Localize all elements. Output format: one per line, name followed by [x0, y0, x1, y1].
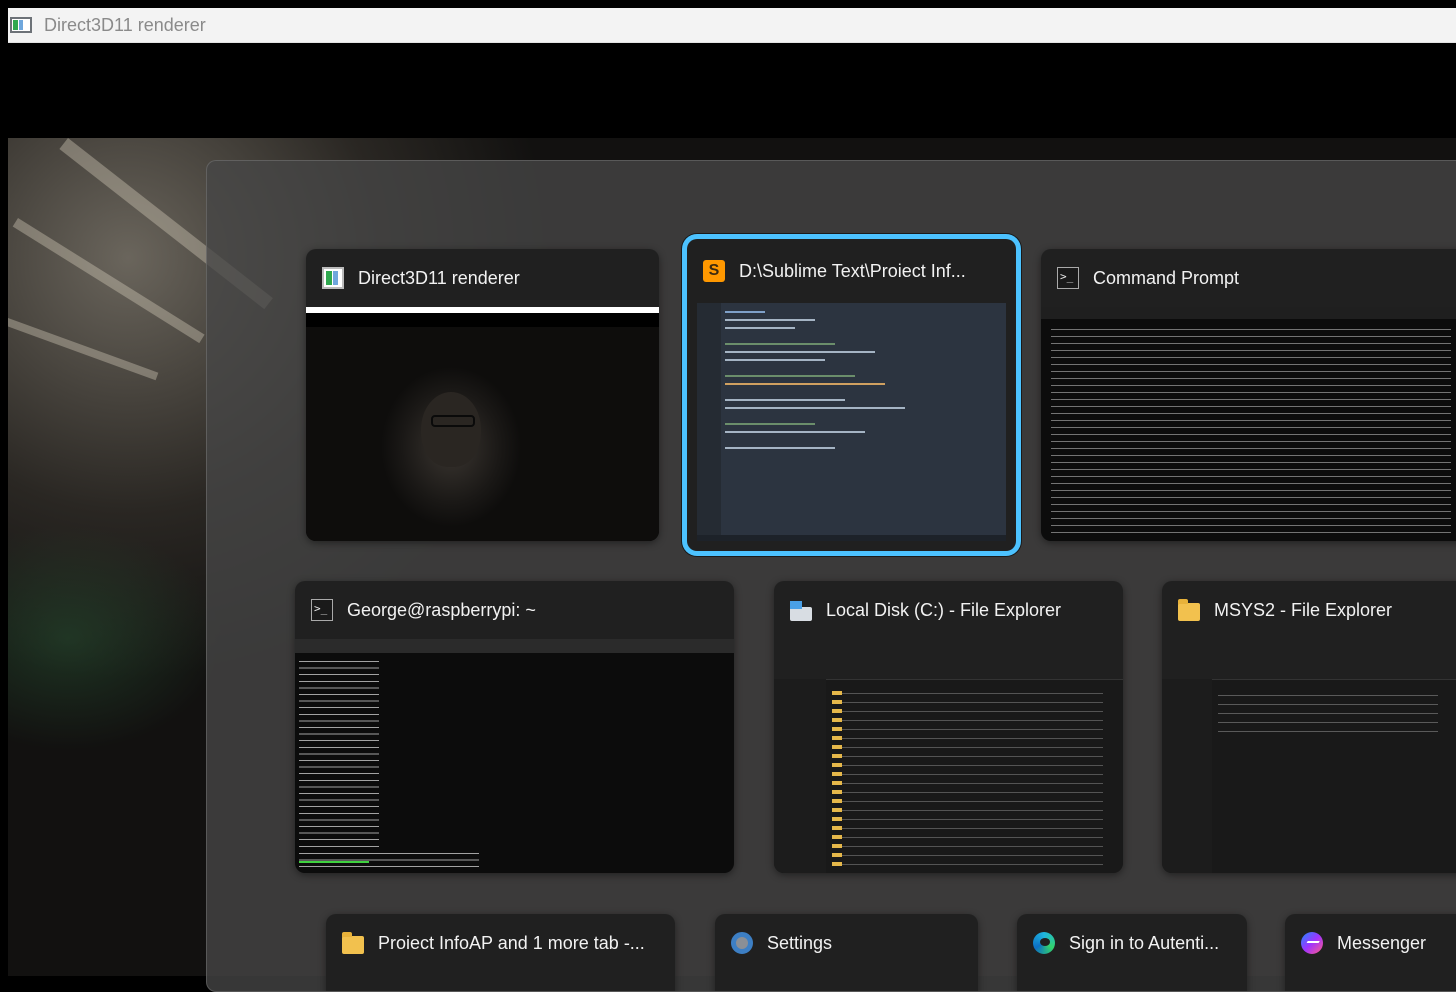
task-switcher: Direct3D11 renderer S D:\Sublime Text\Pr…: [206, 160, 1456, 992]
card-header: Messenger: [1285, 914, 1456, 972]
card-header: >_ Command Prompt: [1041, 249, 1456, 307]
drive-icon: [790, 601, 812, 621]
window-card-local-disk[interactable]: Local Disk (C:) - File Explorer: [774, 581, 1123, 873]
window-card-raspberrypi[interactable]: >_ George@raspberrypi: ~: [295, 581, 734, 873]
edge-browser-icon: [1033, 932, 1055, 954]
card-title: Command Prompt: [1093, 267, 1240, 288]
folder-icon: [1178, 599, 1200, 621]
card-title: Direct3D11 renderer: [358, 267, 520, 288]
sublime-text-icon: S: [703, 260, 725, 282]
window-title: Direct3D11 renderer: [44, 14, 206, 35]
window-preview: [306, 307, 659, 541]
window-titlebar: Direct3D11 renderer: [8, 8, 1456, 43]
window-card-proiect-infoap[interactable]: Proiect InfoAP and 1 more tab -...: [326, 914, 675, 991]
card-header: >_ George@raspberrypi: ~: [295, 581, 734, 639]
window-preview: [697, 303, 1006, 541]
window-card-messenger[interactable]: Messenger: [1285, 914, 1456, 991]
card-header: Direct3D11 renderer: [306, 249, 659, 307]
window-card-msys2[interactable]: MSYS2 - File Explorer: [1162, 581, 1456, 873]
command-prompt-icon: >_: [1057, 267, 1079, 289]
messenger-icon: [1301, 932, 1323, 954]
folder-icon: [342, 932, 364, 954]
direct3d-app-icon: [10, 17, 32, 33]
card-title: Messenger: [1337, 932, 1427, 953]
settings-gear-icon: [731, 932, 753, 954]
window-preview: [295, 639, 734, 873]
window-card-command-prompt[interactable]: >_ Command Prompt: [1041, 249, 1456, 541]
card-title: Sign in to Autenti...: [1069, 932, 1220, 953]
black-letterbox: [8, 43, 1456, 138]
card-title: George@raspberrypi: ~: [347, 599, 536, 620]
card-title: Proiect InfoAP and 1 more tab -...: [378, 932, 645, 953]
window-preview: [1162, 639, 1456, 873]
card-header: Settings: [715, 914, 978, 972]
direct3d-app-icon: [322, 267, 344, 289]
card-header: Proiect InfoAP and 1 more tab -...: [326, 914, 675, 972]
window-preview: [1041, 307, 1456, 541]
window-preview: [774, 639, 1123, 873]
window-card-direct3d[interactable]: Direct3D11 renderer: [306, 249, 659, 541]
card-header: S D:\Sublime Text\Proiect Inf...: [687, 239, 1016, 303]
card-header: Local Disk (C:) - File Explorer: [774, 581, 1123, 639]
window-card-edge[interactable]: Sign in to Autenti...: [1017, 914, 1247, 991]
card-title: D:\Sublime Text\Proiect Inf...: [739, 260, 966, 281]
card-title: Local Disk (C:) - File Explorer: [826, 599, 1062, 620]
window-card-settings[interactable]: Settings: [715, 914, 978, 991]
card-header: MSYS2 - File Explorer: [1162, 581, 1456, 639]
terminal-icon: >_: [311, 599, 333, 621]
card-header: Sign in to Autenti...: [1017, 914, 1247, 972]
card-title: Settings: [767, 932, 833, 953]
window-card-sublime[interactable]: S D:\Sublime Text\Proiect Inf...: [687, 239, 1016, 551]
card-title: MSYS2 - File Explorer: [1214, 599, 1393, 620]
